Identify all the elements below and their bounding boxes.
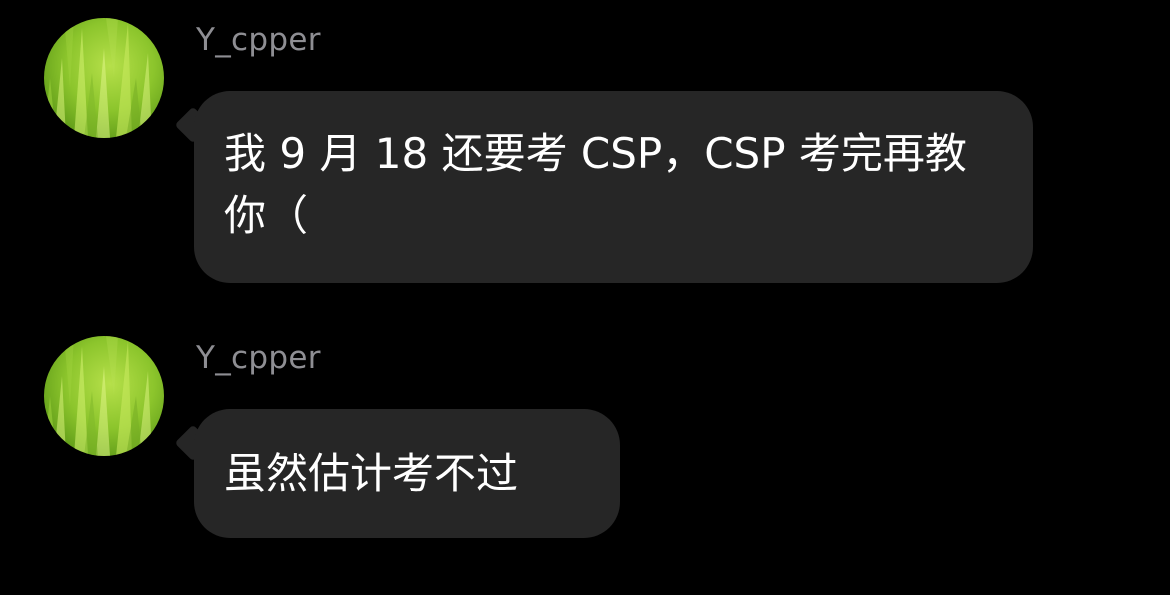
sender-name: Y_cpper xyxy=(196,340,321,376)
grass-avatar-icon xyxy=(44,336,152,456)
avatar[interactable] xyxy=(44,336,164,456)
sender-name: Y_cpper xyxy=(196,22,321,58)
message-bubble[interactable]: 虽然估计考不过 xyxy=(194,409,620,538)
grass-avatar-icon xyxy=(44,18,152,138)
message-text: 我 9 月 18 还要考 CSP，CSP 考完再教你（ xyxy=(224,129,967,240)
avatar[interactable] xyxy=(44,18,164,138)
message-text: 虽然估计考不过 xyxy=(224,449,519,498)
message-bubble[interactable]: 我 9 月 18 还要考 CSP，CSP 考完再教你（ xyxy=(194,91,1033,283)
